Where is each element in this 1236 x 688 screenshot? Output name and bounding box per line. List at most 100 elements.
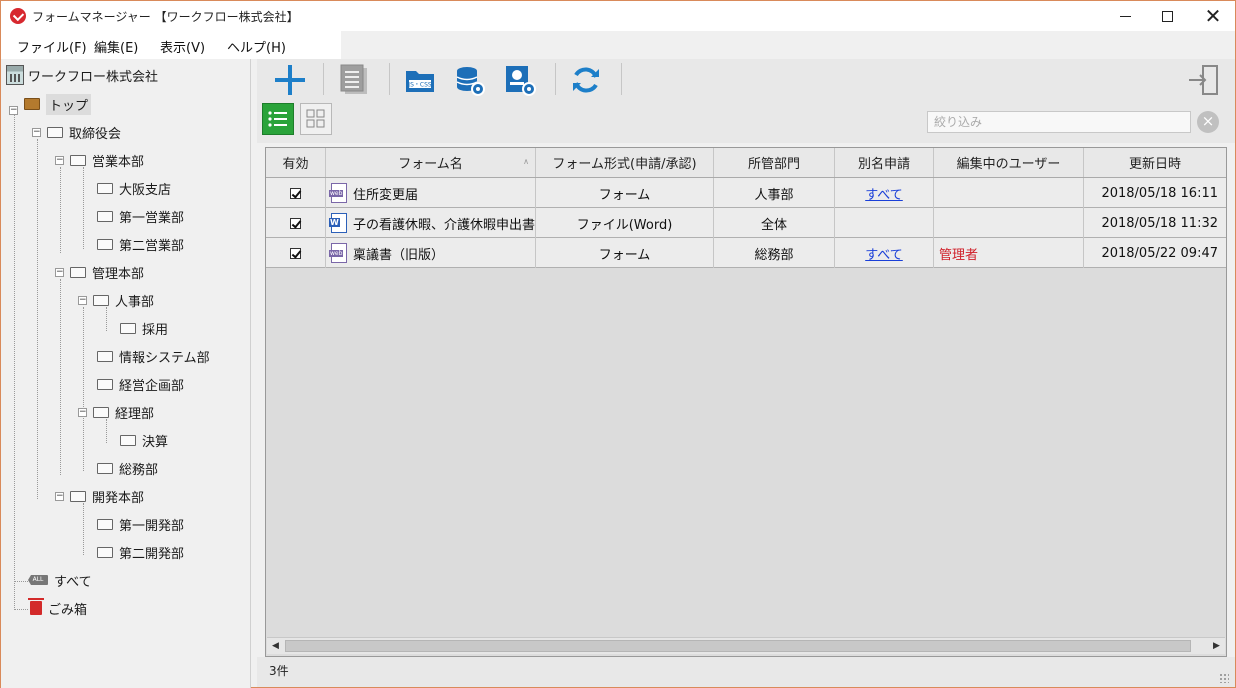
folder-tree-panel: ワークフロー株式会社 − トップ − 取締役会 − 営業本部 大阪支店 第一営業… xyxy=(1,59,251,688)
folder-icon xyxy=(97,378,113,390)
folder-icon xyxy=(70,266,86,278)
col-header-editing-user[interactable]: 編集中のユーザー xyxy=(934,148,1084,177)
tree-node-label: 採用 xyxy=(142,322,169,338)
collapse-toggle[interactable]: − xyxy=(55,267,64,277)
tree-node-general-affairs[interactable]: 総務部 xyxy=(97,457,158,479)
filter-input[interactable] xyxy=(927,111,1191,133)
editing-user: 管理者 xyxy=(934,238,1084,268)
tree-node-board[interactable]: − 取締役会 xyxy=(32,121,121,143)
refresh-button[interactable] xyxy=(569,63,603,97)
resize-grip-icon[interactable] xyxy=(1219,673,1229,683)
tree-node-label: 取締役会 xyxy=(69,126,122,142)
list-view-icon xyxy=(268,111,287,127)
tree-node-label: 総務部 xyxy=(119,462,159,478)
tree-node-accounting[interactable]: − 経理部 xyxy=(78,401,154,423)
database-settings-button[interactable] xyxy=(453,63,487,97)
view-strip: × xyxy=(257,99,1235,143)
folder-icon xyxy=(97,210,113,222)
js-css-button[interactable]: JS・CSS xyxy=(403,63,437,97)
exit-icon xyxy=(1189,65,1218,95)
menu-bar: ファイル(F) 編集(E) 表示(V) ヘルプ(H) xyxy=(1,31,1235,59)
tree-node-top[interactable]: − トップ xyxy=(9,93,92,115)
company-name: ワークフロー株式会社 xyxy=(28,69,159,85)
tree-node-label: 第一開発部 xyxy=(119,518,185,534)
add-form-button[interactable] xyxy=(273,63,307,97)
web-form-icon xyxy=(329,183,347,203)
scroll-right-arrow[interactable]: ▶ xyxy=(1208,638,1225,654)
refresh-icon xyxy=(573,67,599,93)
form-list-button[interactable] xyxy=(337,63,371,97)
collapse-toggle[interactable]: − xyxy=(78,407,87,417)
user-settings-icon xyxy=(506,66,536,96)
item-count: 3件 xyxy=(269,664,289,678)
col-header-enabled[interactable]: 有効 xyxy=(266,148,326,177)
tree-node-dev1[interactable]: 第一開発部 xyxy=(97,513,184,535)
close-button[interactable]: ✕ xyxy=(1190,1,1236,31)
tree-node-label: 管理本部 xyxy=(92,266,145,282)
menu-edit[interactable]: 編集(E) xyxy=(94,37,138,56)
folder-icon xyxy=(70,490,86,502)
tree-node-sales1[interactable]: 第一営業部 xyxy=(97,205,184,227)
col-header-updated[interactable]: 更新日時 xyxy=(1084,148,1226,177)
enabled-checkbox[interactable] xyxy=(290,247,301,259)
horizontal-scrollbar[interactable]: ◀ ▶ xyxy=(267,637,1225,654)
tree-node-trash[interactable]: ごみ箱 xyxy=(28,597,87,619)
tree-node-recruit[interactable]: 採用 xyxy=(120,317,168,339)
list-view-button[interactable] xyxy=(262,103,294,135)
tree-node-sales-hq[interactable]: − 営業本部 xyxy=(55,149,144,171)
table-row[interactable]: 住所変更届 フォーム 人事部 すべて 2018/05/18 16:11 xyxy=(266,178,1226,208)
folder-icon xyxy=(97,182,113,194)
enabled-checkbox[interactable] xyxy=(290,187,301,199)
scrollbar-thumb[interactable] xyxy=(285,640,1191,652)
tree-node-dev2[interactable]: 第二開発部 xyxy=(97,541,184,563)
editing-user xyxy=(934,208,1084,238)
grid-view-button[interactable] xyxy=(300,103,332,135)
form-name: 住所変更届 xyxy=(353,187,419,203)
tree-node-all[interactable]: ALL すべて xyxy=(28,569,92,591)
company-root[interactable]: ワークフロー株式会社 xyxy=(6,63,158,87)
tree-node-it[interactable]: 情報システム部 xyxy=(97,345,210,367)
minimize-button[interactable] xyxy=(1102,1,1148,31)
alias-link[interactable]: すべて xyxy=(865,184,903,203)
collapse-toggle[interactable]: − xyxy=(9,105,18,115)
menu-view[interactable]: 表示(V) xyxy=(160,37,205,56)
scroll-left-arrow[interactable]: ◀ xyxy=(267,638,284,654)
maximize-button[interactable] xyxy=(1144,1,1190,31)
menu-help[interactable]: ヘルプ(H) xyxy=(227,37,286,56)
table-row[interactable]: 稟議書（旧版） フォーム 総務部 すべて 管理者 2018/05/22 09:4… xyxy=(266,238,1226,268)
form-grid: 有効 フォーム名 ∧ フォーム形式(申請/承認) 所管部門 別名申請 編集中のユ… xyxy=(265,147,1227,657)
form-type: ファイル(Word) xyxy=(536,208,714,238)
editing-user xyxy=(934,178,1084,208)
alias-link[interactable]: すべて xyxy=(865,244,903,263)
clear-filter-button[interactable]: × xyxy=(1197,111,1219,133)
enabled-checkbox[interactable] xyxy=(290,217,301,229)
tree-node-label: 経理部 xyxy=(115,406,155,422)
tree-node-admin-hq[interactable]: − 管理本部 xyxy=(55,261,144,283)
col-header-department[interactable]: 所管部門 xyxy=(714,148,835,177)
menu-file[interactable]: ファイル(F) xyxy=(17,37,87,56)
col-header-form-name[interactable]: フォーム名 ∧ xyxy=(326,148,536,177)
tree-node-dev-hq[interactable]: − 開発本部 xyxy=(55,485,144,507)
js-css-badge-label: JS・CSS xyxy=(407,82,432,89)
tree-node-sales2[interactable]: 第二営業部 xyxy=(97,233,184,255)
tree-node-hr[interactable]: − 人事部 xyxy=(78,289,154,311)
sort-ascending-icon: ∧ xyxy=(523,157,529,166)
folder-icon xyxy=(70,154,86,166)
minimize-icon xyxy=(1119,15,1131,17)
col-header-label: フォーム名 xyxy=(398,157,463,172)
tree-node-osaka[interactable]: 大阪支店 xyxy=(97,177,171,199)
clear-icon: × xyxy=(1201,112,1215,130)
tree-node-label: 第二開発部 xyxy=(119,546,185,562)
collapse-toggle[interactable]: − xyxy=(55,491,64,501)
collapse-toggle[interactable]: − xyxy=(78,295,87,305)
col-header-form-type[interactable]: フォーム形式(申請/承認) xyxy=(536,148,714,177)
department: 全体 xyxy=(714,208,835,238)
table-row[interactable]: 子の看護休暇、介護休暇申出書 ファイル(Word) 全体 2018/05/18 … xyxy=(266,208,1226,238)
tree-node-planning[interactable]: 経営企画部 xyxy=(97,373,184,395)
collapse-toggle[interactable]: − xyxy=(55,155,64,165)
tree-node-closing[interactable]: 決算 xyxy=(120,429,168,451)
collapse-toggle[interactable]: − xyxy=(32,127,41,137)
exit-button[interactable] xyxy=(1187,63,1221,97)
user-settings-button[interactable] xyxy=(503,63,537,97)
col-header-alias[interactable]: 別名申請 xyxy=(835,148,934,177)
